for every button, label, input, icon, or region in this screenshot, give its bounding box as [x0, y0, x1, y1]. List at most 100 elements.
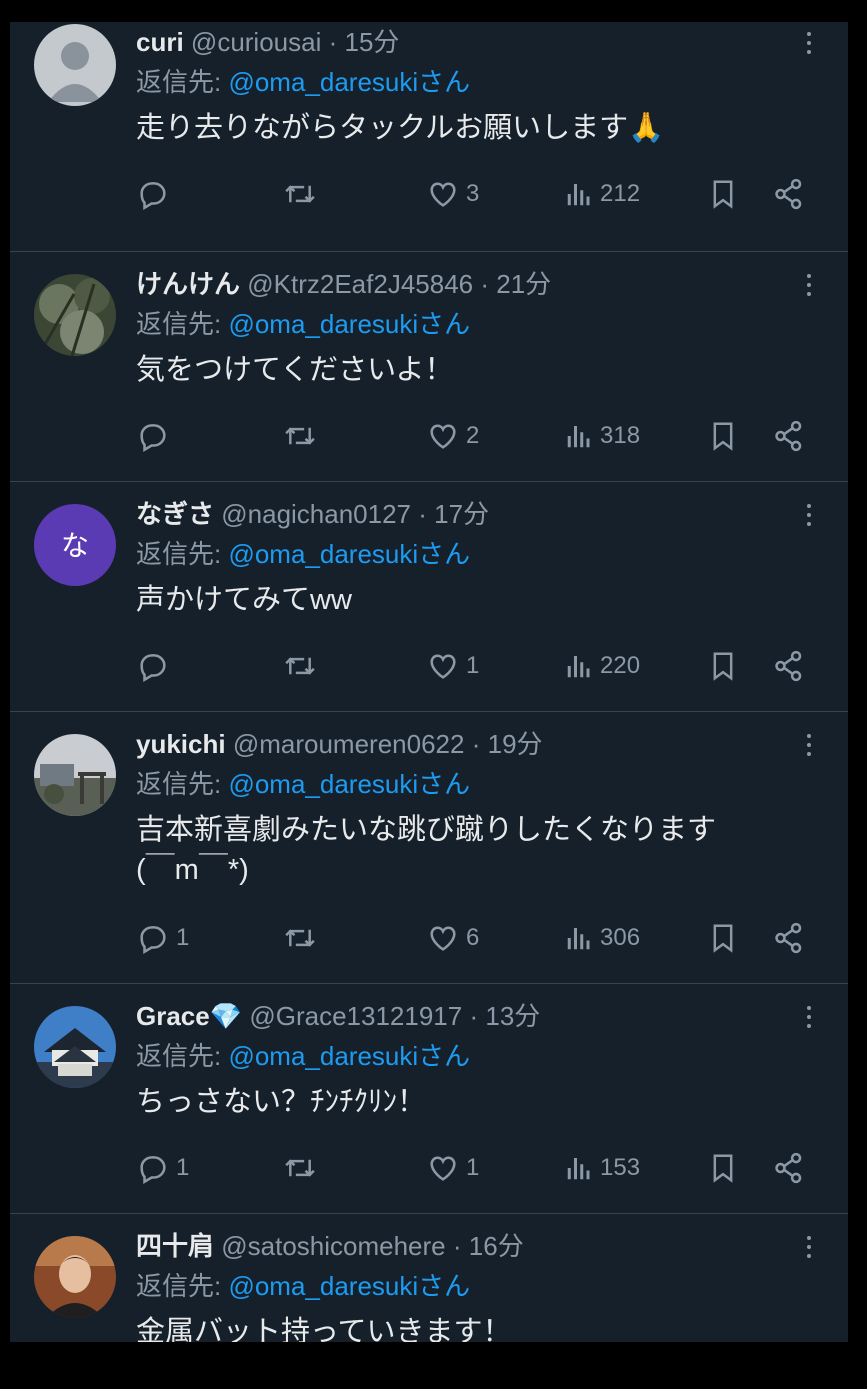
mention-link[interactable]: @oma_daresukiさん [228, 1041, 470, 1071]
bookmark-button[interactable] [708, 419, 738, 453]
timestamp[interactable]: 13分 [485, 1001, 540, 1031]
mention-link[interactable]: @oma_daresukiさん [228, 309, 470, 339]
display-name[interactable]: curi [136, 27, 184, 57]
action-bar: 2 318 [136, 416, 828, 456]
views-button[interactable]: 306 [564, 923, 640, 953]
user-handle[interactable]: @satoshicomehere [221, 1231, 445, 1261]
reply-to-line: 返信先: @oma_daresukiさん [136, 60, 824, 104]
analytics-icon [567, 656, 590, 678]
share-button[interactable] [772, 419, 806, 453]
reply-to-line: 返信先: @oma_daresukiさん [136, 1034, 824, 1078]
heart-icon [430, 1156, 456, 1181]
mention-link[interactable]: @oma_daresukiさん [228, 67, 470, 97]
heart-icon [430, 424, 456, 449]
retweet-button[interactable] [282, 177, 318, 211]
reply-button[interactable]: 1 [136, 921, 189, 955]
share-icon [775, 1152, 802, 1184]
views-button[interactable]: 153 [564, 1153, 640, 1183]
reply-text: 吉本新喜劇みたいな跳び蹴りしたくなります [136, 814, 717, 846]
bookmark-button[interactable] [708, 649, 738, 683]
display-name[interactable]: yukichi [136, 729, 226, 759]
more-options-icon[interactable] [794, 28, 824, 58]
like-button[interactable]: 1 [426, 649, 479, 683]
reply-item[interactable]: 四十肩 @satoshicomehere · 16分 返信先: @oma_dar… [10, 1214, 848, 1342]
timestamp[interactable]: 21分 [496, 269, 551, 299]
share-button[interactable] [772, 1151, 806, 1185]
more-options-icon[interactable] [794, 1002, 824, 1032]
mention-link[interactable]: @oma_daresukiさん [228, 1271, 470, 1301]
bookmark-button[interactable] [708, 1151, 738, 1185]
like-button[interactable]: 1 [426, 1151, 479, 1185]
like-count: 6 [466, 924, 480, 951]
avatar[interactable]: な [34, 504, 116, 586]
reply-button[interactable] [136, 177, 176, 211]
reply-item[interactable]: けんけん @Ktrz2Eaf2J45846 · 21分 返信先: @oma_da… [10, 252, 848, 482]
reply-item[interactable]: curi @curiousai · 15分 返信先: @oma_daresuki… [10, 22, 848, 252]
mention-link[interactable]: @oma_daresukiさん [228, 769, 470, 799]
like-button[interactable]: 6 [426, 921, 479, 955]
timestamp[interactable]: 19分 [488, 729, 543, 759]
mention-link[interactable]: @oma_daresukiさん [228, 539, 470, 569]
heart-icon [430, 182, 456, 207]
reply-button[interactable] [136, 649, 176, 683]
avatar[interactable] [34, 1006, 116, 1088]
bookmark-button[interactable] [708, 177, 738, 211]
like-count: 3 [466, 180, 480, 207]
reply-item[interactable]: yukichi @maroumeren0622 · 19分 返信先: @oma_… [10, 712, 848, 984]
display-name[interactable]: けんけん [136, 269, 240, 299]
user-handle[interactable]: @maroumeren0622 [233, 729, 465, 759]
avatar[interactable] [34, 24, 116, 106]
avatar[interactable] [34, 734, 116, 816]
reply-to-label: 返信先: [136, 539, 229, 569]
reply-button[interactable] [136, 419, 176, 453]
timestamp[interactable]: 16分 [469, 1231, 524, 1261]
retweet-button[interactable] [282, 649, 318, 683]
user-handle[interactable]: @nagichan0127 [221, 499, 411, 529]
more-options-icon[interactable] [794, 1232, 824, 1262]
retweet-button[interactable] [282, 921, 318, 955]
separator-dot: · [418, 499, 427, 529]
analytics-icon [567, 184, 590, 206]
reply-icon [140, 1156, 166, 1184]
separator-dot: · [471, 729, 481, 759]
like-count: 2 [466, 422, 480, 449]
reply-button[interactable]: 1 [136, 1151, 189, 1185]
share-icon [775, 922, 802, 954]
more-options-icon[interactable] [794, 500, 824, 530]
reply-icon [140, 926, 166, 954]
share-button[interactable] [772, 921, 806, 955]
views-button[interactable]: 212 [564, 179, 640, 209]
reply-item[interactable]: な なぎさ @nagichan0127 · 17分 返信先: @oma_dare… [10, 482, 848, 712]
more-options-icon[interactable] [794, 730, 824, 760]
retweet-button[interactable] [282, 1151, 318, 1185]
retweet-icon [285, 1159, 315, 1177]
separator-dot: · [328, 27, 338, 57]
retweet-button[interactable] [282, 419, 318, 453]
like-button[interactable]: 2 [426, 419, 479, 453]
reply-to-label: 返信先: [136, 769, 229, 799]
views-button[interactable]: 220 [564, 651, 640, 681]
reply-item[interactable]: Grace💎 @Grace13121917 · 13分 返信先: @oma_da… [10, 984, 848, 1214]
user-handle[interactable]: @curiousai [191, 27, 321, 57]
action-bar: 1 220 [136, 646, 828, 686]
separator-dot: · [452, 1231, 462, 1261]
display-name[interactable]: 四十肩 [136, 1231, 214, 1261]
bookmark-button[interactable] [708, 921, 738, 955]
like-button[interactable]: 3 [426, 177, 479, 211]
reply-to-label: 返信先: [136, 309, 229, 339]
avatar[interactable] [34, 1236, 116, 1318]
share-button[interactable] [772, 177, 806, 211]
display-name[interactable]: なぎさ [136, 499, 214, 529]
user-handle[interactable]: @Grace13121917 [249, 1001, 462, 1031]
reply-to-line: 返信先: @oma_daresukiさん [136, 762, 824, 806]
avatar[interactable] [34, 274, 116, 356]
timestamp[interactable]: 15分 [345, 27, 400, 57]
reply-count: 1 [176, 924, 190, 951]
display-name[interactable]: Grace💎 [136, 1001, 242, 1031]
timestamp[interactable]: 17分 [434, 499, 489, 529]
user-handle[interactable]: @Ktrz2Eaf2J45846 [247, 269, 473, 299]
share-icon [775, 178, 802, 210]
views-button[interactable]: 318 [564, 421, 640, 451]
more-options-icon[interactable] [794, 270, 824, 300]
share-button[interactable] [772, 649, 806, 683]
